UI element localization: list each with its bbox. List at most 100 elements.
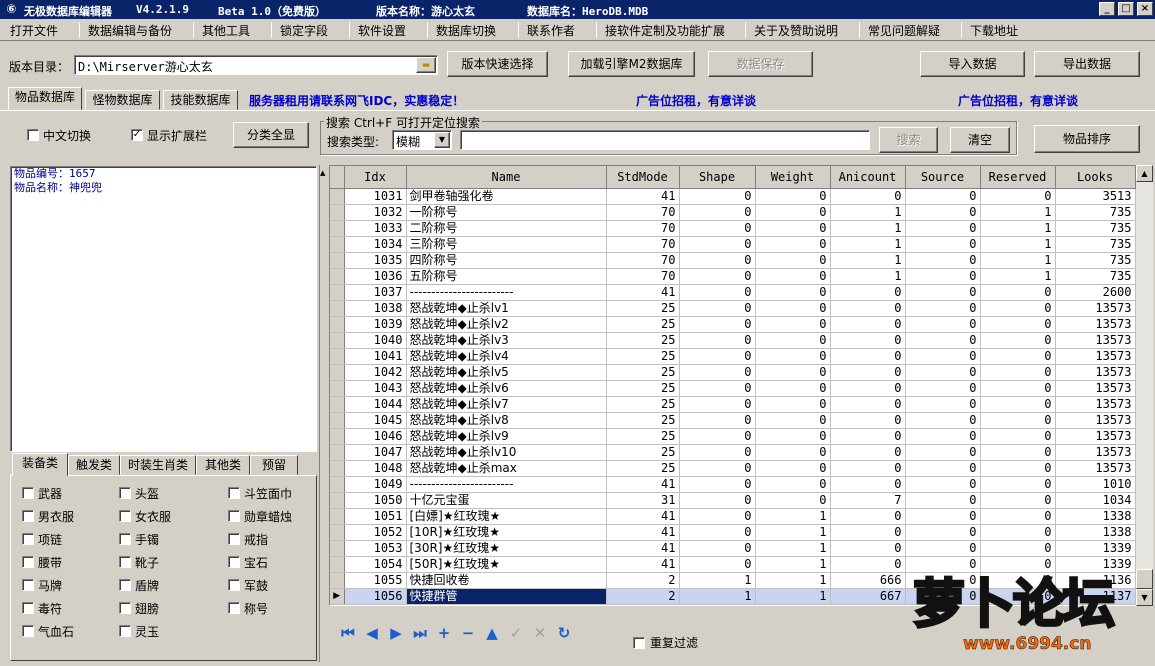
category-checkbox[interactable]: [119, 510, 131, 522]
table-row[interactable]: 1049 ------------------------ 41 0 0 0 0 0 1010: [330, 476, 1136, 493]
table-cell[interactable]: 1048: [344, 460, 407, 477]
table-cell[interactable]: 0: [905, 396, 981, 413]
table-cell[interactable]: 0: [679, 236, 756, 253]
table-cell[interactable]: 0: [679, 188, 756, 205]
table-cell[interactable]: 0: [679, 284, 756, 301]
menu-item[interactable]: 打开文件: [10, 22, 58, 39]
table-cell[interactable]: 0: [980, 508, 1056, 525]
table-cell[interactable]: 41: [606, 284, 680, 301]
table-cell[interactable]: 0: [905, 460, 981, 477]
table-cell[interactable]: ------------------------: [406, 284, 607, 301]
table-cell[interactable]: 25: [606, 316, 680, 333]
load-engine-button[interactable]: 加载引擎M2数据库: [568, 51, 695, 77]
table-cell[interactable]: 1054: [344, 556, 407, 573]
category-tab[interactable]: 触发类: [68, 455, 120, 475]
table-cell[interactable]: 41: [606, 540, 680, 557]
table-cell[interactable]: 25: [606, 396, 680, 413]
category-checkbox[interactable]: [228, 579, 240, 591]
table-cell[interactable]: 1033: [344, 220, 407, 237]
table-cell[interactable]: 0: [679, 348, 756, 365]
table-row[interactable]: 1048 怒战乾坤◆止杀max 25 0 0 0 0 0 13573: [330, 460, 1136, 477]
table-cell[interactable]: 怒战乾坤◆止杀max: [406, 460, 607, 477]
table-cell[interactable]: 快捷回收卷: [406, 572, 607, 589]
table-cell[interactable]: 0: [905, 348, 981, 365]
table-row[interactable]: 1041 怒战乾坤◆止杀lv4 25 0 0 0 0 0 13573: [330, 348, 1136, 365]
table-cell[interactable]: 1010: [1055, 476, 1136, 493]
table-cell[interactable]: 1052: [344, 524, 407, 541]
table-cell[interactable]: 1045: [344, 412, 407, 429]
table-cell[interactable]: 五阶称号: [406, 268, 607, 285]
category-checkbox[interactable]: [228, 556, 240, 568]
table-cell[interactable]: 1047: [344, 444, 407, 461]
table-cell[interactable]: 13573: [1055, 412, 1136, 429]
table-cell[interactable]: 0: [755, 204, 831, 221]
table-row[interactable]: 1043 怒战乾坤◆止杀lv6 25 0 0 0 0 0 13573: [330, 380, 1136, 397]
sort-items-button[interactable]: 物品排序: [1034, 125, 1140, 153]
table-cell[interactable]: 0: [905, 428, 981, 445]
table-cell[interactable]: 735: [1055, 236, 1136, 253]
table-cell[interactable]: 25: [606, 428, 680, 445]
table-cell[interactable]: 1: [830, 220, 906, 237]
table-cell[interactable]: 1032: [344, 204, 407, 221]
table-cell[interactable]: 0: [755, 428, 831, 445]
table-cell[interactable]: 二阶称号: [406, 220, 607, 237]
table-cell[interactable]: 25: [606, 460, 680, 477]
table-cell[interactable]: 1049: [344, 476, 407, 493]
table-cell[interactable]: 十亿元宝蛋: [406, 492, 607, 509]
dir-input[interactable]: D:\Mirserver游心太玄 ▬: [74, 55, 438, 75]
table-cell[interactable]: 0: [830, 396, 906, 413]
insert-icon[interactable]: +: [433, 622, 455, 644]
table-cell[interactable]: 0: [830, 444, 906, 461]
table-cell[interactable]: 0: [679, 300, 756, 317]
table-cell[interactable]: 0: [679, 316, 756, 333]
table-cell[interactable]: 0: [679, 412, 756, 429]
table-cell[interactable]: 25: [606, 348, 680, 365]
table-cell[interactable]: 735: [1055, 204, 1136, 221]
table-cell[interactable]: [10R]★红玫瑰★: [406, 524, 607, 541]
table-cell[interactable]: 0: [755, 412, 831, 429]
table-cell[interactable]: 0: [830, 380, 906, 397]
table-cell[interactable]: 三阶称号: [406, 236, 607, 253]
menu-item[interactable]: 其他工具: [202, 22, 250, 39]
table-cell[interactable]: 1: [980, 252, 1056, 269]
table-cell[interactable]: 怒战乾坤◆止杀lv1: [406, 300, 607, 317]
table-cell[interactable]: 0: [679, 556, 756, 573]
table-cell[interactable]: 1: [755, 572, 831, 589]
table-cell[interactable]: ------------------------: [406, 476, 607, 493]
table-cell[interactable]: 2: [606, 588, 680, 605]
table-cell[interactable]: 0: [980, 524, 1056, 541]
table-cell[interactable]: [50R]★红玫瑰★: [406, 556, 607, 573]
table-cell[interactable]: 0: [905, 412, 981, 429]
table-cell[interactable]: 13573: [1055, 316, 1136, 333]
table-cell[interactable]: 0: [679, 220, 756, 237]
table-cell[interactable]: 70: [606, 236, 680, 253]
table-row[interactable]: 1040 怒战乾坤◆止杀lv3 25 0 0 0 0 0 13573: [330, 332, 1136, 349]
table-cell[interactable]: 735: [1055, 220, 1136, 237]
import-button[interactable]: 导入数据: [920, 51, 1025, 77]
post-icon[interactable]: ✓: [505, 622, 527, 644]
table-cell[interactable]: 0: [830, 188, 906, 205]
menu-item[interactable]: 联系作者: [527, 22, 575, 39]
table-cell[interactable]: 13573: [1055, 444, 1136, 461]
menu-item[interactable]: 常见问题解疑: [868, 22, 940, 39]
table-row[interactable]: 1046 怒战乾坤◆止杀lv9 25 0 0 0 0 0 13573: [330, 428, 1136, 445]
category-checkbox[interactable]: [22, 625, 34, 637]
table-cell[interactable]: 25: [606, 380, 680, 397]
table-cell[interactable]: 0: [830, 524, 906, 541]
table-cell[interactable]: 0: [755, 444, 831, 461]
table-cell[interactable]: 1: [755, 540, 831, 557]
category-checkbox[interactable]: [119, 556, 131, 568]
table-cell[interactable]: 1338: [1055, 524, 1136, 541]
table-cell[interactable]: 0: [679, 428, 756, 445]
table-cell[interactable]: 1: [755, 556, 831, 573]
table-cell[interactable]: 0: [830, 348, 906, 365]
table-cell[interactable]: 一阶称号: [406, 204, 607, 221]
chinese-switch-checkbox[interactable]: [27, 129, 39, 141]
splitter[interactable]: ▲: [319, 165, 328, 662]
table-cell[interactable]: 0: [679, 268, 756, 285]
table-cell[interactable]: 0: [679, 492, 756, 509]
table-cell[interactable]: 0: [679, 396, 756, 413]
clear-button[interactable]: 清空: [950, 127, 1010, 153]
table-cell[interactable]: 0: [755, 284, 831, 301]
table-cell[interactable]: 怒战乾坤◆止杀lv2: [406, 316, 607, 333]
